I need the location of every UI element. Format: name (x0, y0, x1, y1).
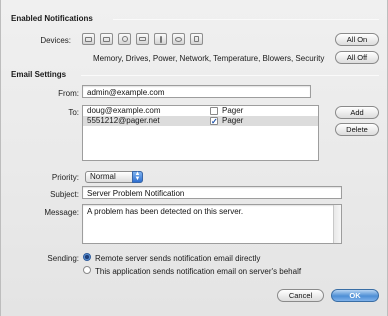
memory-icon[interactable] (82, 33, 95, 45)
message-field[interactable]: A problem has been detected on this serv… (82, 204, 342, 244)
devices-label: Devices: (40, 36, 71, 45)
devices-description: Memory, Drives, Power, Network, Temperat… (93, 54, 325, 63)
pager-checkbox[interactable]: ✓ (210, 117, 218, 126)
from-label: From: (58, 89, 79, 98)
ok-button[interactable]: OK (331, 289, 379, 302)
application-sends-option-label: This application sends notification emai… (95, 267, 302, 276)
section-separator (81, 75, 379, 76)
message-scrollbar[interactable] (333, 205, 341, 243)
device-button-group (82, 33, 203, 45)
enabled-notifications-heading: Enabled Notifications (11, 14, 93, 23)
pager-label: Pager (222, 106, 244, 115)
section-separator (113, 19, 379, 20)
list-item[interactable]: 5551212@pager.net ✓ Pager (83, 116, 318, 126)
to-label: To: (68, 108, 79, 117)
priority-label: Priority: (51, 173, 79, 182)
add-button[interactable]: Add (335, 106, 379, 119)
list-item[interactable]: doug@example.com Pager (83, 106, 318, 116)
recipient-address: doug@example.com (87, 106, 161, 115)
priority-popup[interactable]: Normal ▲ ▼ (85, 171, 143, 183)
message-text: A problem has been detected on this serv… (87, 207, 244, 216)
pager-checkbox[interactable] (210, 107, 218, 115)
from-field[interactable]: admin@example.com (82, 85, 311, 98)
remote-server-radio[interactable] (83, 253, 91, 261)
recipient-list[interactable]: doug@example.com Pager 5551212@pager.net… (82, 105, 319, 161)
temperature-icon[interactable] (154, 33, 167, 45)
network-icon[interactable] (136, 33, 149, 45)
notification-settings-sheet: Enabled Notifications Devices: All On Me… (0, 0, 388, 316)
recipient-address: 5551212@pager.net (87, 116, 160, 125)
remote-server-option-label: Remote server sends notification email d… (95, 254, 261, 263)
power-icon[interactable] (118, 33, 131, 45)
sending-label: Sending: (47, 254, 79, 263)
message-label: Message: (44, 208, 79, 217)
pager-label: Pager (222, 116, 244, 125)
blower-icon[interactable] (172, 33, 185, 45)
application-sends-radio[interactable] (83, 266, 91, 274)
priority-value: Normal (90, 172, 116, 181)
all-off-button[interactable]: All Off (335, 51, 379, 64)
subject-label: Subject: (50, 190, 79, 199)
email-settings-heading: Email Settings (11, 70, 67, 79)
cancel-button[interactable]: Cancel (277, 289, 324, 302)
all-on-button[interactable]: All On (335, 33, 379, 46)
security-icon[interactable] (190, 33, 203, 45)
drive-icon[interactable] (100, 33, 113, 45)
subject-field[interactable]: Server Problem Notification (82, 186, 342, 199)
delete-button[interactable]: Delete (335, 123, 379, 136)
popup-arrows-icon: ▲ ▼ (132, 171, 143, 183)
